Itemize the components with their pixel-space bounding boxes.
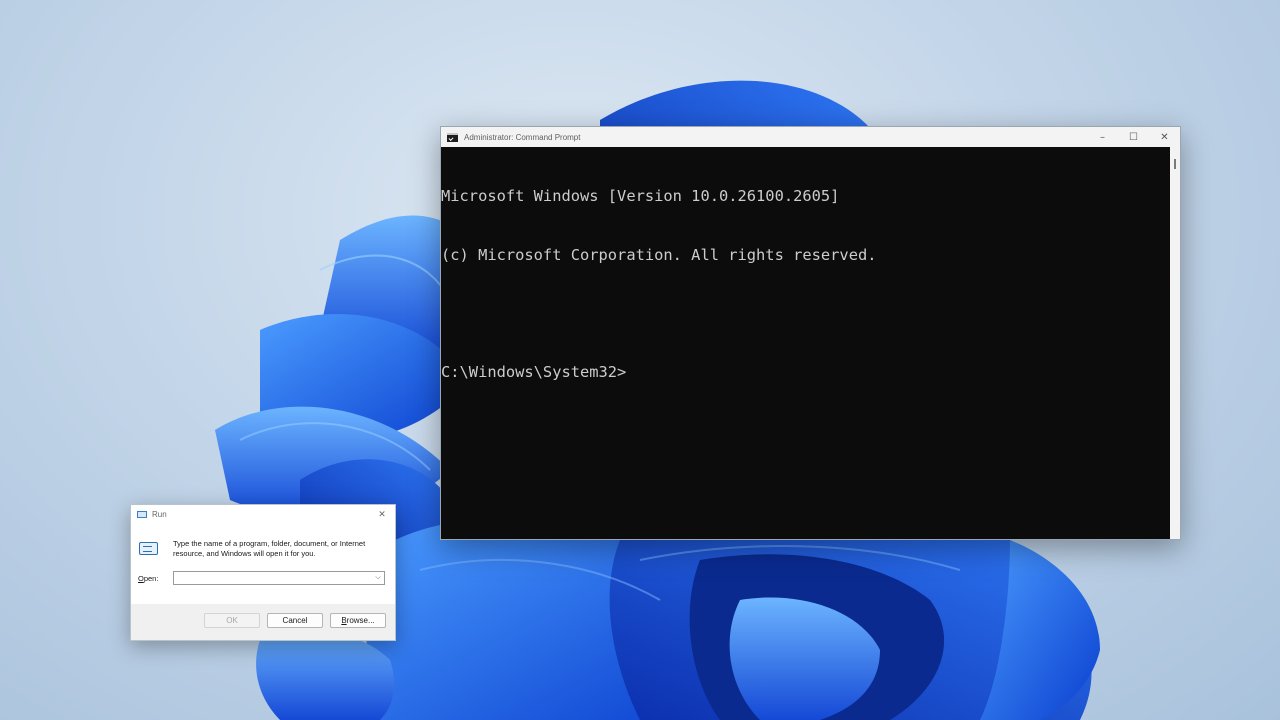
open-label: Open: (138, 574, 158, 583)
command-prompt-window[interactable]: Administrator: Command Prompt – ☐ ✕ Micr… (440, 126, 1181, 540)
run-content: Type the name of a program, folder, docu… (131, 524, 395, 604)
chevron-down-icon[interactable]: ⌵ (372, 572, 384, 584)
run-icon (139, 542, 158, 555)
close-icon[interactable]: ✕ (1149, 127, 1180, 147)
open-input[interactable] (173, 571, 385, 585)
browse-label: rowse... (346, 616, 375, 625)
run-dialog-title: Run (152, 510, 167, 519)
ok-button[interactable]: OK (204, 613, 260, 628)
console-line: Microsoft Windows [Version 10.0.26100.26… (441, 187, 840, 205)
cmd-window-title: Administrator: Command Prompt (464, 132, 581, 142)
run-description: Type the name of a program, folder, docu… (173, 539, 366, 558)
console-line: (c) Microsoft Corporation. All rights re… (441, 245, 877, 264)
close-icon[interactable]: ✕ (375, 509, 389, 520)
maximize-icon[interactable]: ☐ (1118, 127, 1149, 147)
run-titlebar[interactable]: Run ✕ (131, 505, 395, 524)
cmd-scrollbar[interactable] (1170, 147, 1180, 539)
cmd-icon (447, 132, 458, 142)
run-dialog[interactable]: Run ✕ Type the name of a program, folder… (130, 504, 396, 641)
minimize-icon[interactable]: – (1087, 127, 1118, 147)
cmd-titlebar[interactable]: Administrator: Command Prompt – ☐ ✕ (441, 127, 1180, 147)
window-controls: – ☐ ✕ (1087, 127, 1180, 147)
console-prompt[interactable]: C:\Windows\System32> (441, 363, 1170, 383)
run-title-icon (137, 511, 147, 518)
scrollbar-thumb[interactable] (1174, 159, 1176, 169)
open-label-text: pen: (143, 574, 159, 583)
cancel-button[interactable]: Cancel (267, 613, 323, 628)
browse-button[interactable]: Browse... (330, 613, 386, 628)
cmd-console-output[interactable]: Microsoft Windows [Version 10.0.26100.26… (441, 147, 1170, 539)
